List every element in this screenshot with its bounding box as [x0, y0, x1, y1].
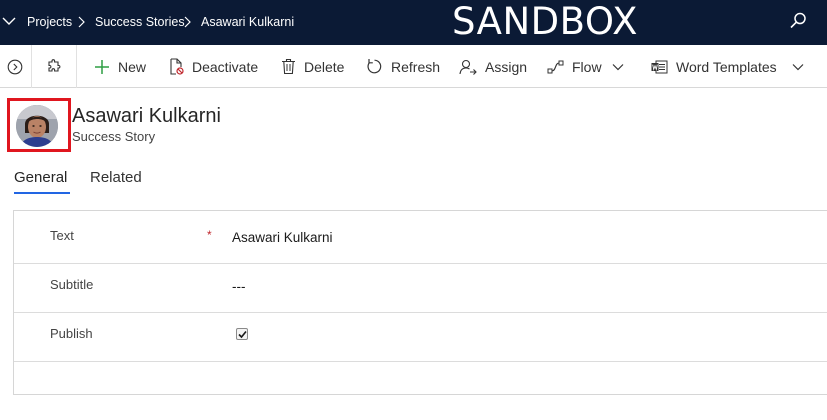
assign-button[interactable]: Assign — [459, 45, 527, 88]
expand-nav-button[interactable] — [0, 45, 32, 88]
profile-photo-image — [16, 105, 58, 147]
deactivate-button-label: Deactivate — [192, 58, 259, 75]
chevron-down-icon[interactable] — [612, 63, 624, 71]
avatar-highlight-box — [7, 98, 71, 152]
refresh-button-label: Refresh — [391, 58, 441, 75]
tab-general[interactable]: General — [14, 168, 67, 188]
record-title: Asawari Kulkarni — [72, 105, 221, 127]
new-button[interactable]: New — [94, 45, 146, 88]
top-nav-bar: Projects Success Stories Asawari Kulkarn… — [0, 0, 827, 45]
word-document-icon — [651, 60, 668, 73]
field-label-subtitle: Subtitle — [50, 277, 94, 292]
refresh-button[interactable]: Refresh — [366, 45, 440, 88]
deactivate-icon — [170, 58, 184, 75]
avatar[interactable] — [16, 105, 58, 147]
field-label-text: Text — [50, 228, 74, 243]
word-templates-button-label: Word Templates — [676, 58, 777, 75]
field-row-subtitle: Subtitle --- — [14, 264, 827, 313]
environment-banner: SANDBOX — [452, 0, 638, 43]
publish-checkbox[interactable] — [236, 328, 248, 340]
breadcrumb-projects[interactable]: Projects — [27, 14, 72, 30]
chevron-down-icon[interactable] — [2, 14, 16, 28]
required-indicator: * — [207, 228, 212, 242]
field-label-publish: Publish — [50, 326, 93, 341]
flow-button[interactable]: Flow — [547, 45, 624, 88]
puzzle-icon — [48, 59, 61, 72]
breadcrumb-separator-icon — [78, 16, 85, 28]
field-row-text: Text * Asawari Kulkarni — [14, 215, 827, 264]
word-templates-button[interactable]: Word Templates — [651, 45, 804, 88]
breadcrumb-current-record: Asawari Kulkarni — [201, 15, 295, 29]
new-button-label: New — [118, 58, 147, 75]
plus-icon — [95, 59, 109, 74]
field-row-publish: Publish — [14, 313, 827, 362]
subtitle-field-value[interactable]: --- — [232, 278, 246, 296]
checkmark-icon — [238, 330, 247, 339]
delete-button[interactable]: Delete — [281, 45, 344, 88]
text-field-value[interactable]: Asawari Kulkarni — [232, 229, 333, 247]
search-icon[interactable] — [788, 11, 808, 31]
chevron-right-circle-icon — [7, 59, 23, 75]
command-bar: New Deactivate Delete Refresh Assign Flo… — [0, 45, 827, 88]
refresh-icon — [367, 59, 382, 74]
deactivate-button[interactable]: Deactivate — [168, 45, 258, 88]
assign-button-label: Assign — [485, 58, 528, 75]
delete-button-label: Delete — [304, 58, 345, 75]
tab-related[interactable]: Related — [90, 168, 142, 188]
trash-icon — [282, 58, 295, 75]
flow-icon — [547, 60, 564, 73]
breadcrumb-separator-icon — [184, 16, 191, 28]
chevron-down-icon[interactable] — [792, 63, 804, 71]
assign-person-icon — [459, 59, 477, 75]
extensions-button[interactable] — [33, 45, 77, 88]
breadcrumb-success-stories[interactable]: Success Stories — [95, 14, 185, 30]
flow-button-label: Flow — [572, 58, 602, 75]
record-entity-name: Success Story — [72, 129, 156, 144]
tab-selected-indicator — [14, 192, 70, 194]
